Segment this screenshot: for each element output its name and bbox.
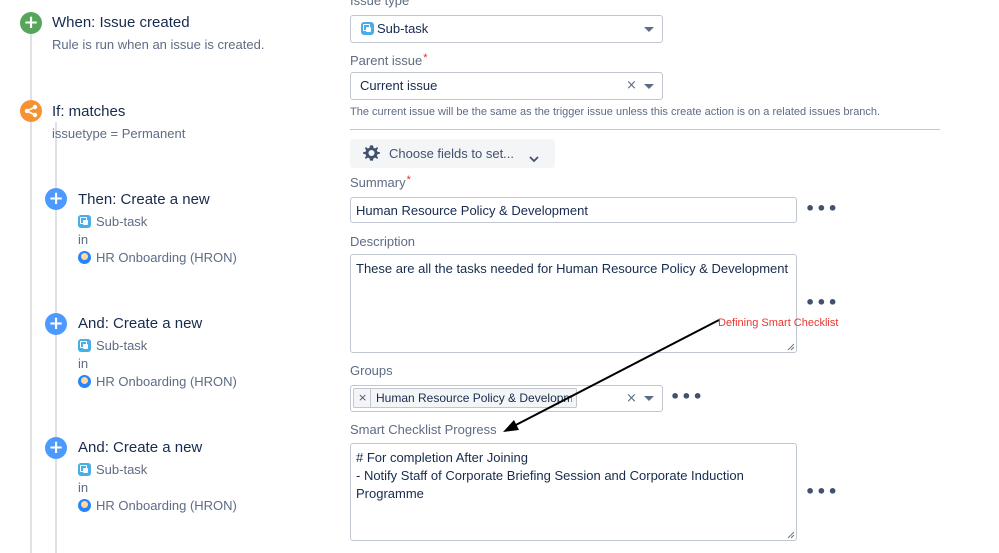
annotation-arrow — [503, 319, 720, 432]
annotation-label: Defining Smart Checklist — [718, 317, 839, 329]
